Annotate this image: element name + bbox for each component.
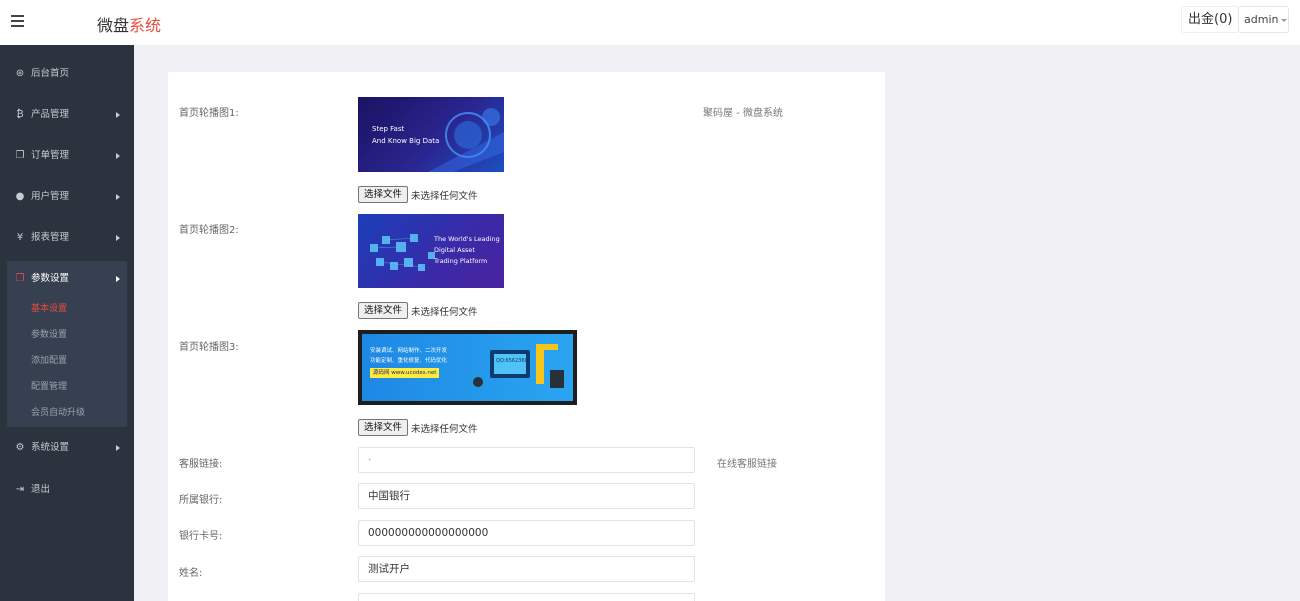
sidebar-item-params[interactable]: ❐ 参数设置 xyxy=(0,264,134,294)
sidebar-item-home[interactable]: ⊛ 后台首页 xyxy=(0,59,134,89)
banner1-label: 首页轮播图1: xyxy=(179,108,239,119)
banner2-text-line: Trading Platform xyxy=(434,257,488,265)
submenu-add-config[interactable]: 添加配置 xyxy=(31,351,67,371)
sidebar-item-label: 订单管理 xyxy=(31,150,70,161)
banner3-file-status: 未选择任何文件 xyxy=(411,424,478,435)
withdraw-button[interactable]: 出金(0) xyxy=(1181,6,1240,33)
card-number-label: 银行卡号: xyxy=(179,531,223,542)
name-input[interactable]: 测试开户 xyxy=(358,556,695,582)
logo-accent: 系统 xyxy=(129,16,162,35)
sidebar-item-label: 用户管理 xyxy=(31,191,70,202)
card-number-input[interactable]: 000000000000000000 xyxy=(358,520,695,546)
menu-toggle-icon[interactable] xyxy=(11,15,24,27)
sidebar-item-label: 后台首页 xyxy=(31,68,70,79)
sign-out-icon: ⇥ xyxy=(15,484,25,495)
app-logo: 微盘系统 xyxy=(97,12,161,36)
sidebar-item-label: 退出 xyxy=(31,484,51,495)
banner3-label: 首页轮播图3: xyxy=(179,342,239,353)
copy-icon: ❐ xyxy=(15,150,25,161)
sidebar-item-label: 系统设置 xyxy=(31,442,70,453)
banner2-image: The World's Leading Digital Asset Tradin… xyxy=(358,214,504,288)
banner3-qq: QQ:6562360 xyxy=(496,358,528,364)
sidebar-item-system[interactable]: ⚙ 系统设置 xyxy=(0,433,134,463)
user-name: admin xyxy=(1244,13,1279,26)
user-icon: ● xyxy=(15,191,25,202)
banner3-text-line: 安装调试、网站制作、二次开发 xyxy=(370,348,448,354)
files-icon: ❐ xyxy=(15,273,25,284)
name-label: 姓名: xyxy=(179,568,203,579)
service-link-note: 在线客服链接 xyxy=(717,459,777,470)
sidebar-item-label: 报表管理 xyxy=(31,232,70,243)
chevron-right-icon xyxy=(116,445,120,451)
yen-icon: ¥ xyxy=(16,232,24,243)
sidebar-item-logout[interactable]: ⇥ 退出 xyxy=(0,475,134,505)
banner2-file-status: 未选择任何文件 xyxy=(411,307,478,318)
banner1-note: 聚码屋 - 微盘系统 xyxy=(703,108,783,119)
banner3-text-line: 功能定制、重化修复、代码优化 xyxy=(370,358,448,364)
banner1-text-line: And Know Big Data xyxy=(372,137,440,145)
bank-label: 所属银行: xyxy=(179,495,223,506)
submenu-member-upgrade[interactable]: 会员自动升级 xyxy=(31,403,85,423)
top-header: 微盘系统 出金(0) admin xyxy=(0,0,1300,45)
submenu-config-manage[interactable]: 配置管理 xyxy=(31,377,67,397)
submenu-param-settings[interactable]: 参数设置 xyxy=(31,325,67,345)
service-link-label: 客服链接: xyxy=(179,459,223,470)
cogs-icon: ⚙ xyxy=(15,442,25,453)
user-menu[interactable]: admin xyxy=(1238,6,1289,33)
settings-form-card: 首页轮播图1: Step Fast And Know Big Data 聚码屋 … xyxy=(168,72,885,601)
banner1-file-status: 未选择任何文件 xyxy=(411,191,478,202)
banner1-file-button[interactable]: 选择文件 xyxy=(358,186,409,203)
sidebar-item-reports[interactable]: ¥ 报表管理 xyxy=(0,223,134,253)
banner2-text-line: The World's Leading xyxy=(434,235,500,243)
caret-down-icon xyxy=(1281,18,1288,22)
bitcoin-icon: ₿ xyxy=(16,109,24,120)
chevron-right-icon xyxy=(116,194,120,200)
sidebar-item-label: 产品管理 xyxy=(31,109,70,120)
banner3-image: 安装调试、网站制作、二次开发 功能定制、重化修复、代码优化 源码网 www.uc… xyxy=(358,330,577,405)
bank-input[interactable]: 中国银行 xyxy=(358,483,695,509)
banner2-label: 首页轮播图2: xyxy=(179,225,239,236)
chevron-right-icon xyxy=(116,112,120,118)
submenu-basic-settings[interactable]: 基本设置 xyxy=(31,299,67,319)
chevron-right-icon xyxy=(116,235,120,241)
banner3-file-button[interactable]: 选择文件 xyxy=(358,419,409,436)
chevron-right-icon xyxy=(116,276,120,282)
banner1-text-line: Step Fast xyxy=(372,125,405,133)
next-field-input[interactable] xyxy=(358,593,695,601)
sidebar-item-orders[interactable]: ❐ 订单管理 xyxy=(0,141,134,171)
banner3-text-line: 源码网 www.ucodes.net xyxy=(370,368,440,378)
sidebar-item-label: 参数设置 xyxy=(31,273,70,284)
banner2-text-line: Digital Asset xyxy=(434,246,475,254)
sidebar-item-users[interactable]: ● 用户管理 xyxy=(0,182,134,212)
banner2-file-button[interactable]: 选择文件 xyxy=(358,302,409,319)
dashboard-icon: ⊛ xyxy=(15,68,25,79)
logo-main: 微盘 xyxy=(97,16,130,35)
banner1-image: Step Fast And Know Big Data xyxy=(358,97,504,172)
service-link-input[interactable]: · xyxy=(358,447,695,473)
sidebar-item-products[interactable]: ₿ 产品管理 xyxy=(0,100,134,130)
sidebar: ⊛ 后台首页 ₿ 产品管理 ❐ 订单管理 ● 用户管理 ¥ 报表管理 ❐ 参数设… xyxy=(0,45,134,601)
chevron-right-icon xyxy=(116,153,120,159)
